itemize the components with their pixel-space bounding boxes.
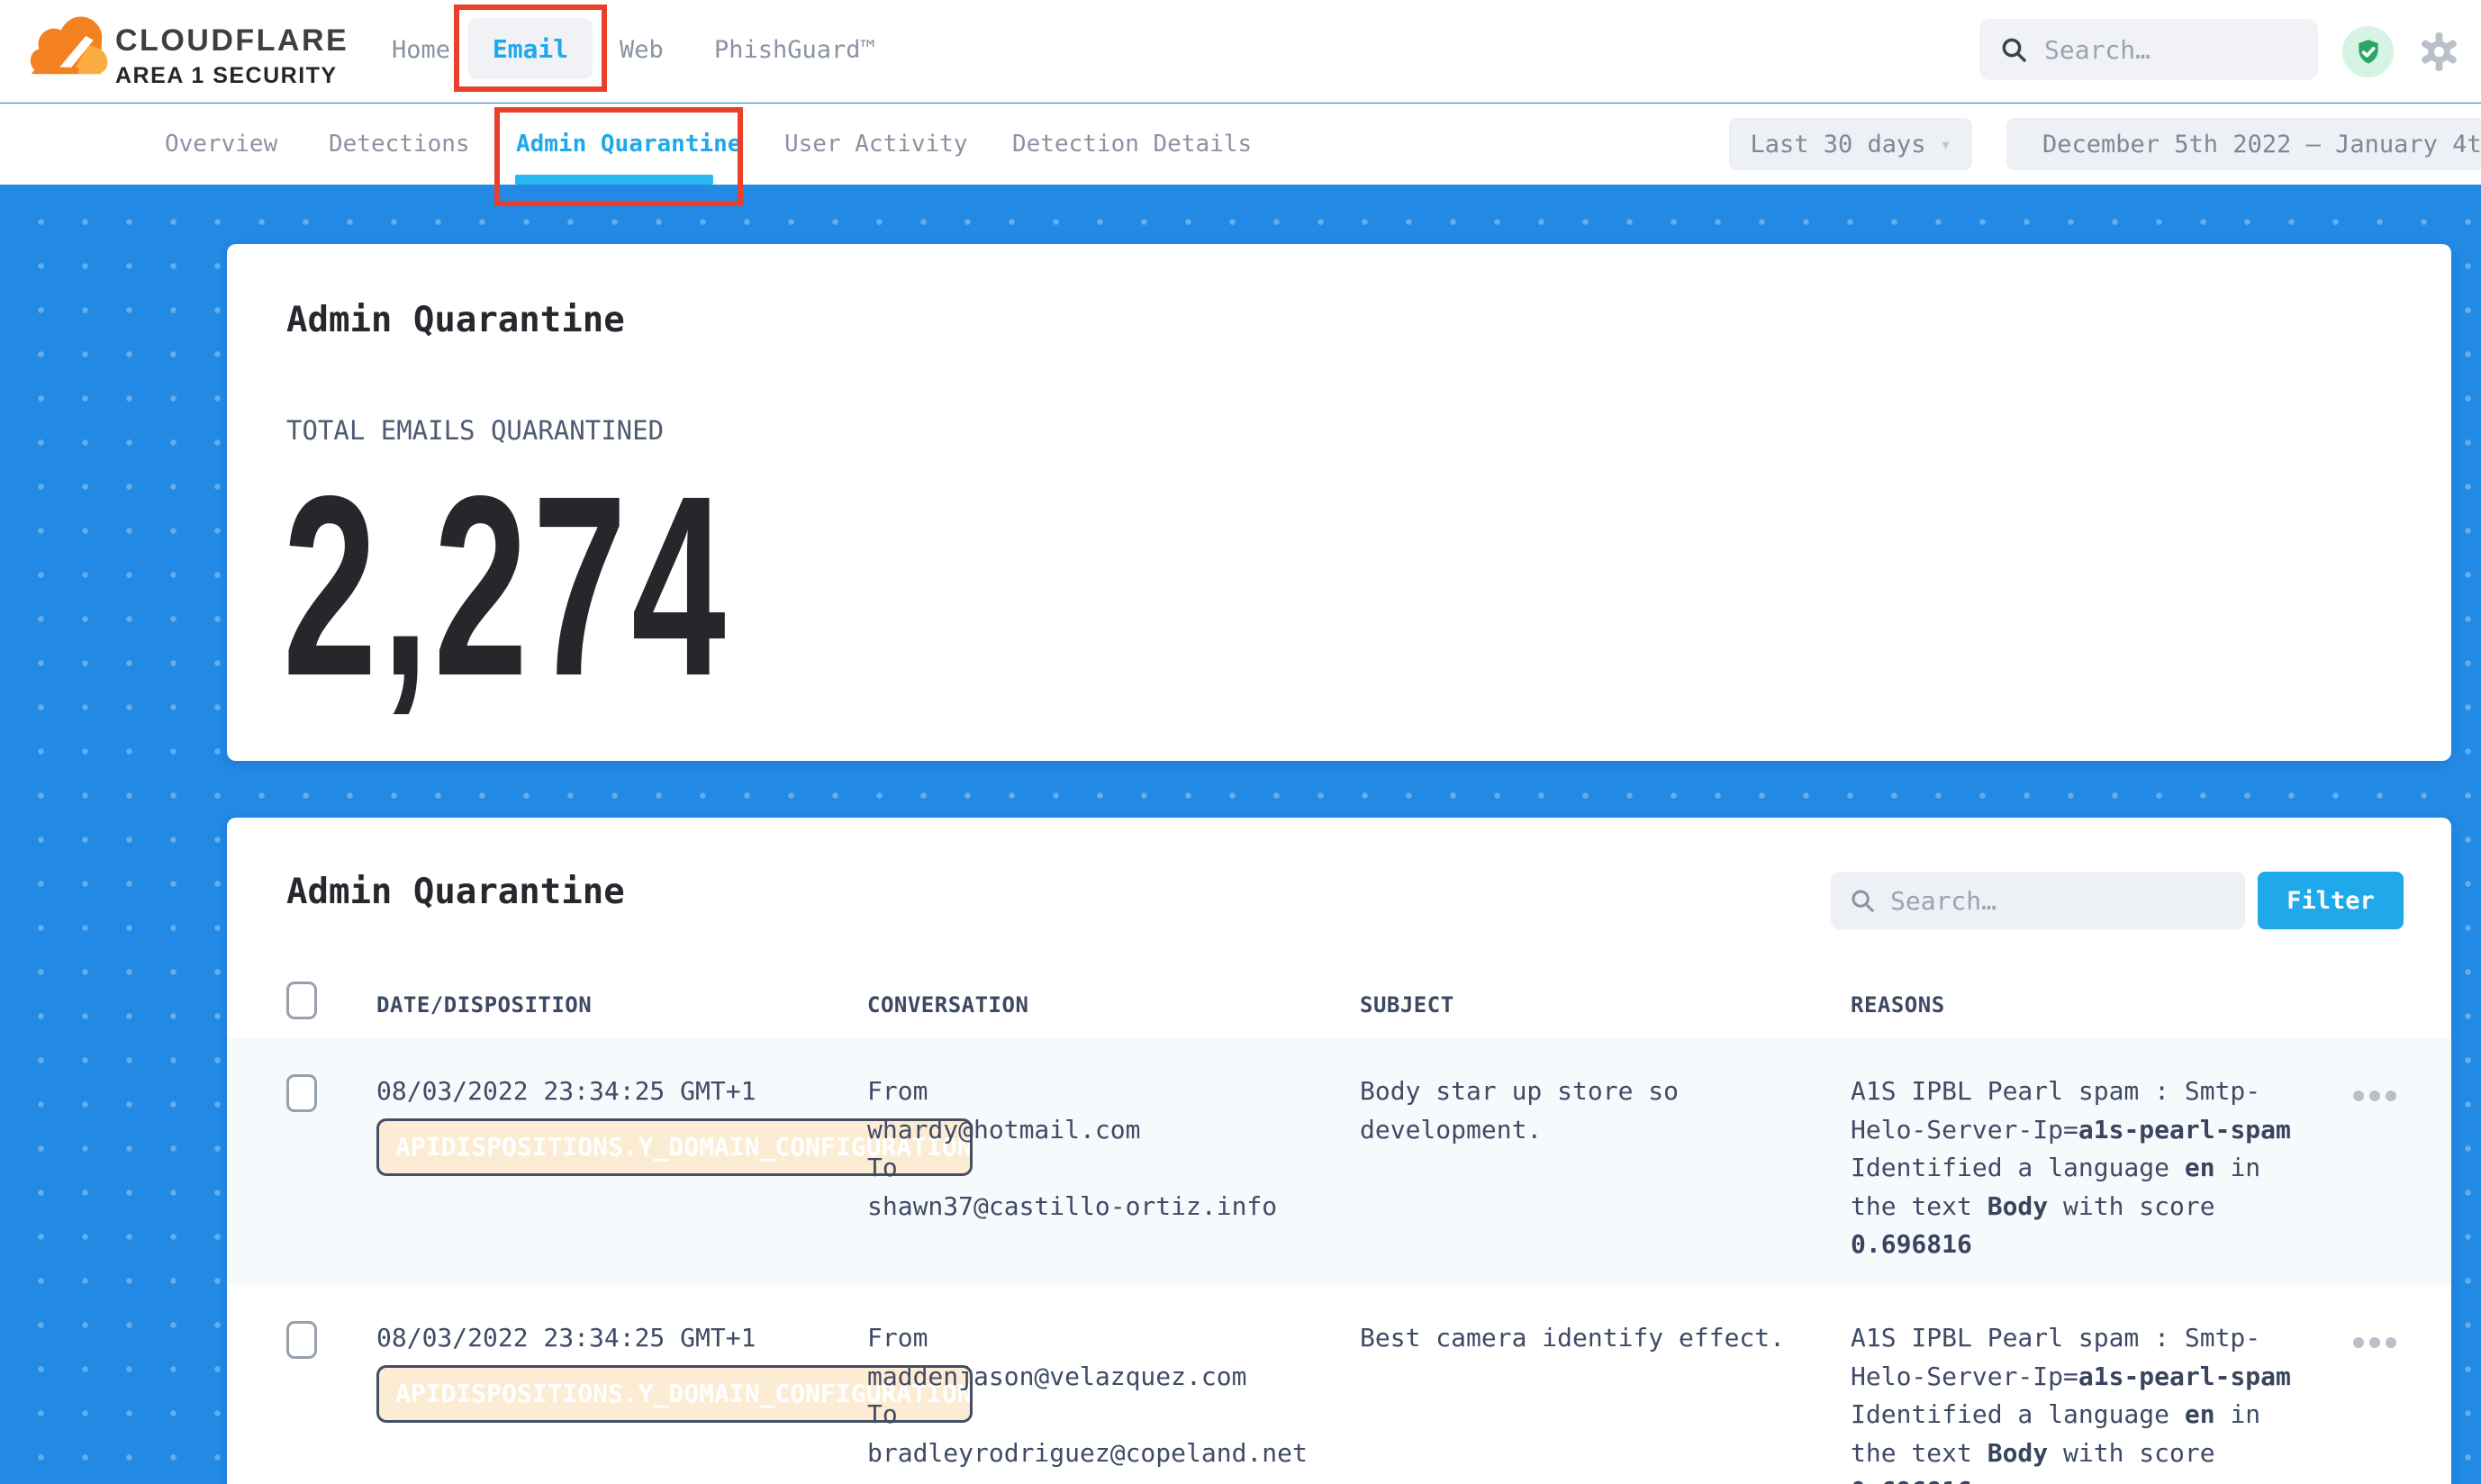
- from-address: maddenjason@velazquez.com: [867, 1358, 1308, 1397]
- tab-overview[interactable]: Overview: [165, 131, 277, 158]
- brand-text: CLOUDFLARE AREA 1 SECURITY: [115, 23, 349, 89]
- brand-cloudflare: CLOUDFLARE: [115, 23, 349, 59]
- row-subject: Best camera identify effect.: [1360, 1319, 1785, 1358]
- row-date: 08/03/2022 23:34:25 GMT+1: [376, 1319, 756, 1358]
- table-header-row: DATE/DISPOSITION CONVERSATION SUBJECT RE…: [227, 982, 2451, 1037]
- brand-area1: AREA 1 SECURITY: [115, 63, 349, 89]
- column-header-date-disposition: DATE/DISPOSITION: [376, 992, 592, 1018]
- select-all-checkbox[interactable]: [286, 982, 317, 1019]
- table-search[interactable]: [1831, 872, 2245, 929]
- nav-item-web[interactable]: Web: [620, 36, 664, 64]
- quarantine-table-card: Admin Quarantine Filter DATE/DISPOSITION…: [227, 818, 2451, 1484]
- table-search-input[interactable]: [1890, 886, 2227, 916]
- to-address: shawn37@castillo-ortiz.info: [867, 1188, 1277, 1226]
- row-subject: Body star up store sodevelopment.: [1360, 1072, 1679, 1149]
- date-range-preset-button[interactable]: Last 30 days ▾: [1729, 118, 1972, 170]
- row-menu-button[interactable]: [2348, 1332, 2402, 1353]
- top-header: CLOUDFLARE AREA 1 SECURITY Home Email Web P…: [0, 0, 2481, 103]
- row-checkbox[interactable]: [286, 1074, 317, 1112]
- row-date: 08/03/2022 23:34:25 GMT+1: [376, 1072, 756, 1111]
- nav-item-phishguard[interactable]: PhishGuard™: [714, 36, 875, 64]
- security-status-button[interactable]: [2342, 26, 2394, 77]
- to-address: bradleyrodriguez@copeland.net: [867, 1434, 1308, 1473]
- header-search-input[interactable]: [2044, 35, 2298, 65]
- ellipsis-icon: [2353, 1337, 2364, 1348]
- date-range-label: December 5th 2022 — January 4th 2023: [2042, 131, 2481, 158]
- shield-check-icon: [2353, 37, 2384, 68]
- from-label: From: [867, 1072, 1277, 1111]
- table-row[interactable]: 08/03/2022 23:34:25 GMT+1 APIDISPOSITION…: [227, 1285, 2451, 1484]
- table-row[interactable]: 08/03/2022 23:34:25 GMT+1 APIDISPOSITION…: [227, 1038, 2451, 1285]
- page-background: CLOUDFLARE AREA 1 SECURITY Home Email Web P…: [0, 0, 2481, 1484]
- tab-admin-quarantine[interactable]: Admin Quarantine: [516, 131, 741, 158]
- cloudflare-logo-icon: [23, 11, 110, 90]
- summary-card-title: Admin Quarantine: [286, 300, 625, 340]
- table-card-title: Admin Quarantine: [286, 872, 625, 912]
- ellipsis-icon: [2353, 1090, 2364, 1101]
- gear-icon[interactable]: [2419, 32, 2459, 72]
- from-address: whardy@hotmail.com: [867, 1111, 1277, 1150]
- chevron-down-icon: ▾: [1941, 133, 1951, 155]
- nav-item-email[interactable]: Email: [468, 18, 593, 79]
- column-header-reasons: REASONS: [1851, 992, 1945, 1018]
- tab-detection-details[interactable]: Detection Details: [1012, 131, 1252, 158]
- to-label: To: [867, 1149, 1277, 1188]
- row-conversation: From maddenjason@velazquez.com To bradle…: [867, 1319, 1308, 1472]
- to-label: To: [867, 1396, 1308, 1434]
- tab-detections[interactable]: Detections: [329, 131, 470, 158]
- table-body: 08/03/2022 23:34:25 GMT+1 APIDISPOSITION…: [227, 1038, 2451, 1484]
- row-menu-button[interactable]: [2348, 1085, 2402, 1107]
- date-range-preset-label: Last 30 days: [1750, 131, 1925, 158]
- total-quarantined-value: 2,274: [283, 458, 730, 715]
- sub-nav: Overview Detections Admin Quarantine User A…: [0, 104, 2481, 185]
- row-conversation: From whardy@hotmail.com To shawn37@casti…: [867, 1072, 1277, 1226]
- row-checkbox[interactable]: [286, 1321, 317, 1359]
- date-range-button[interactable]: December 5th 2022 — January 4th 2023: [2006, 118, 2481, 170]
- search-icon: [1999, 35, 2028, 64]
- filter-button[interactable]: Filter: [2258, 872, 2404, 929]
- total-quarantined-label: TOTAL EMAILS QUARANTINED: [286, 415, 664, 446]
- search-icon: [1849, 887, 1876, 914]
- row-reasons: A1S IPBL Pearl spam : Smtp-Helo-Server-I…: [1851, 1072, 2291, 1264]
- header-search[interactable]: [1979, 19, 2318, 80]
- summary-card: Admin Quarantine TOTAL EMAILS QUARANTINE…: [227, 244, 2451, 761]
- from-label: From: [867, 1319, 1308, 1358]
- column-header-subject: SUBJECT: [1360, 992, 1454, 1018]
- column-header-conversation: CONVERSATION: [867, 992, 1028, 1018]
- active-tab-underline: [515, 175, 713, 185]
- row-reasons: A1S IPBL Pearl spam : Smtp-Helo-Server-I…: [1851, 1319, 2291, 1484]
- tab-user-activity[interactable]: User Activity: [784, 131, 968, 158]
- nav-item-home[interactable]: Home: [392, 36, 450, 64]
